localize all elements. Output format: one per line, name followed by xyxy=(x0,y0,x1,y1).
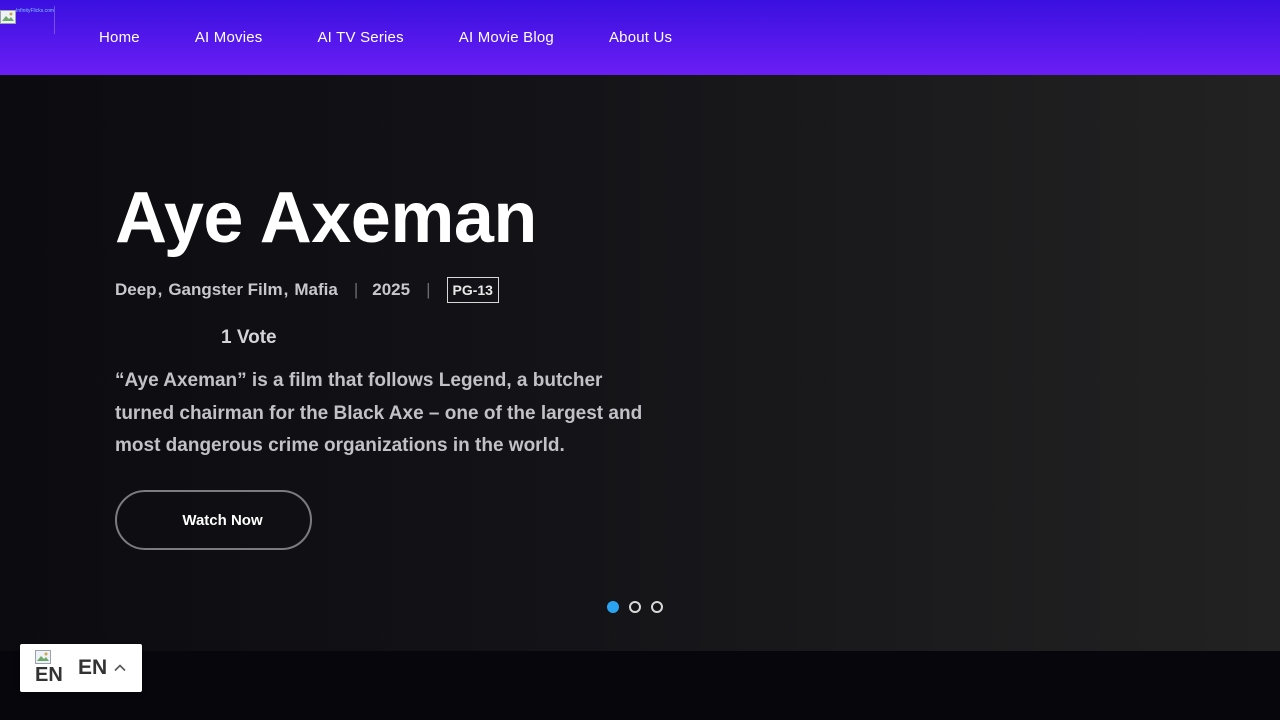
slider-dot-3[interactable] xyxy=(651,601,663,613)
vote-count: 1 Vote xyxy=(221,327,277,348)
movie-meta: Deep, Gangster Film, Mafia | 2025 | PG-1… xyxy=(115,277,499,303)
movie-description: “Aye Axeman” is a film that follows Lege… xyxy=(115,370,643,456)
genre-link-mafia[interactable]: Mafia xyxy=(294,280,337,300)
nav-about-us[interactable]: About Us xyxy=(609,29,672,46)
age-rating-badge: PG-13 xyxy=(446,277,499,303)
nav-ai-tv-series[interactable]: AI TV Series xyxy=(317,29,403,46)
meta-divider: | xyxy=(426,280,431,299)
nav-ai-movies[interactable]: AI Movies xyxy=(195,29,263,46)
movie-title: Aye Axeman xyxy=(115,178,537,258)
logo-alt-text: InfinityFlicks.com xyxy=(16,8,55,14)
genre-link-deep[interactable]: Deep xyxy=(115,280,157,300)
site-logo[interactable]: InfinityFlicks.com xyxy=(0,6,55,34)
broken-image-icon xyxy=(0,10,16,24)
page-section-dark xyxy=(0,651,1280,720)
genre-separator: , xyxy=(157,280,163,299)
nav-home[interactable]: Home xyxy=(99,29,140,46)
slider-dot-2[interactable] xyxy=(629,601,641,613)
main-nav: Home AI Movies AI TV Series AI Movie Blo… xyxy=(99,0,727,75)
watch-now-button[interactable]: Watch Now xyxy=(115,490,312,550)
chevron-up-icon xyxy=(114,664,126,672)
genre-link-gangster-film[interactable]: Gangster Film xyxy=(168,280,282,300)
hero-slider: Aye Axeman Deep, Gangster Film, Mafia | … xyxy=(0,75,1280,651)
top-navbar: InfinityFlicks.com Home AI Movies AI TV … xyxy=(0,0,1280,75)
flag-alt-text: EN xyxy=(35,664,63,686)
language-code: EN xyxy=(78,656,108,679)
slider-dot-1[interactable] xyxy=(607,601,619,613)
slider-pagination xyxy=(607,601,673,613)
nav-ai-movie-blog[interactable]: AI Movie Blog xyxy=(459,29,554,46)
genre-separator: , xyxy=(283,280,289,299)
meta-divider: | xyxy=(353,280,359,299)
movie-year: 2025 xyxy=(372,280,411,299)
broken-image-icon xyxy=(35,650,51,664)
language-switcher[interactable]: EN EN xyxy=(20,644,142,692)
flag-image: EN xyxy=(35,650,65,686)
